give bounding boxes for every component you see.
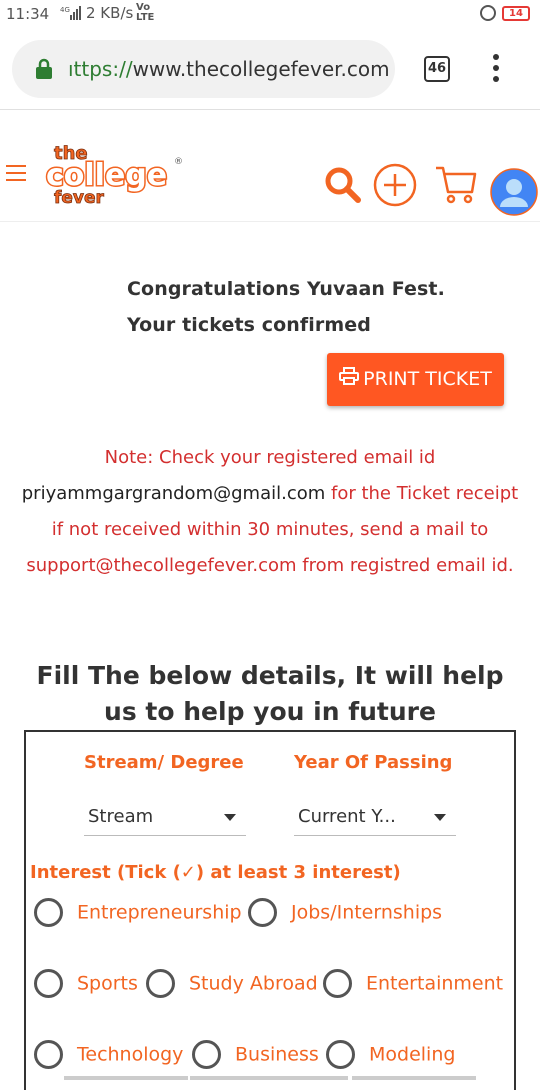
status-bar: 11:34 4G 2 KB/s Vo LTE 14 [0,0,540,30]
search-icon[interactable] [324,166,362,208]
site-logo[interactable]: the college fever ® [44,140,186,210]
scroll-indicator [64,1076,188,1080]
dropdown-arrow-icon [224,814,236,821]
stream-label: Stream/ Degree [84,752,244,773]
interest-option[interactable]: Entrepreneurship [34,898,242,927]
interest-option[interactable]: Jobs/Internships [248,898,442,927]
interest-option[interactable]: Business [192,1040,319,1069]
interest-option[interactable]: Technology [34,1040,183,1069]
details-form: Stream/ Degree Year Of Passing Stream Cu… [24,730,516,1090]
rotation-lock-icon [480,5,496,21]
print-ticket-button[interactable]: PRINT TICKET [327,353,504,406]
note-intro: Note: Check your registered email id [104,447,436,468]
avatar[interactable] [490,168,538,220]
browser-toolbar: ıttps://www.thecollegefever.com 46 [0,30,540,110]
svg-text:fever: fever [54,188,105,208]
radio-icon[interactable] [192,1040,221,1069]
lock-icon [36,58,52,80]
year-label: Year Of Passing [294,752,453,773]
print-icon [339,353,360,406]
volte-icon: Vo LTE [136,2,155,23]
interest-label: Interest (Tick (✓) at least 3 interest) [30,862,401,883]
tickets-confirmed-text: Your tickets confirmed [127,314,371,336]
site-header: the college fever ® [0,120,540,222]
scroll-indicator [190,1076,348,1080]
address-bar[interactable]: ıttps://www.thecollegefever.com [12,40,395,98]
radio-icon[interactable] [34,969,63,998]
more-menu-icon[interactable] [490,54,502,86]
stream-select[interactable]: Stream [84,802,246,836]
radio-icon[interactable] [248,898,277,927]
radio-icon[interactable] [326,1040,355,1069]
year-select[interactable]: Current Y... [294,802,456,836]
radio-icon[interactable] [146,969,175,998]
interest-option[interactable]: Modeling [326,1040,455,1069]
scroll-indicator [352,1076,476,1080]
congrats-text: Congratulations Yuvaan Fest. [127,278,445,300]
radio-icon[interactable] [34,1040,63,1069]
dropdown-arrow-icon [434,814,446,821]
registered-email: priyammgargrandom@gmail.com [21,483,326,504]
radio-icon[interactable] [34,898,63,927]
add-event-icon[interactable] [372,162,418,212]
interest-option[interactable]: Study Abroad [146,969,318,998]
cart-icon[interactable] [434,162,478,210]
battery-icon: 14 [502,6,530,21]
radio-icon[interactable] [323,969,352,998]
ticket-note: Note: Check your registered email id pri… [18,440,522,584]
form-heading: Fill The below details, It will help us … [36,661,504,726]
svg-text:4G: 4G [60,6,70,14]
tab-switcher-button[interactable]: 46 [424,56,450,82]
interest-option[interactable]: Sports [34,969,138,998]
print-ticket-label: PRINT TICKET [363,368,492,390]
interest-option[interactable]: Entertainment [323,969,503,998]
status-speed: 2 KB/s [86,4,134,22]
svg-text:®: ® [174,157,183,167]
url-text: ıttps://www.thecollegefever.com [68,57,390,81]
status-time: 11:34 [6,5,50,23]
signal-icon: 4G [60,5,82,25]
hamburger-menu-icon[interactable] [6,165,26,181]
